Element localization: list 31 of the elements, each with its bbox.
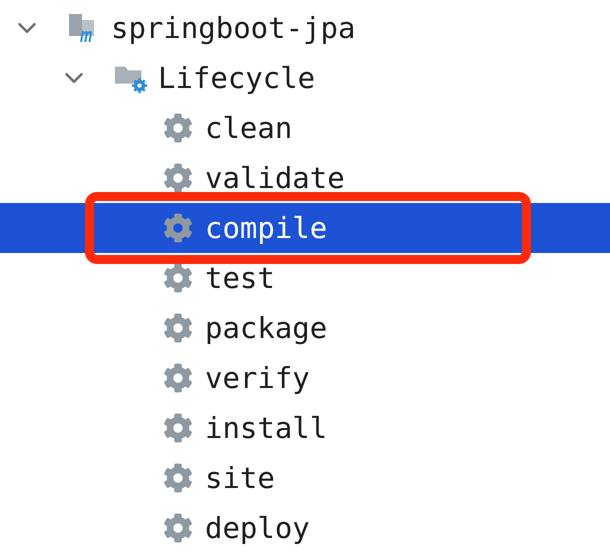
tree-item-label: validate bbox=[205, 161, 345, 195]
gear-icon bbox=[163, 463, 193, 493]
gear-icon bbox=[163, 263, 193, 293]
tree-item-label: package bbox=[205, 311, 328, 345]
gear-icon bbox=[163, 113, 193, 143]
tree-item-label: verify bbox=[205, 361, 310, 395]
tree-row[interactable]: Lifecycle bbox=[0, 53, 610, 103]
tree-item-label: compile bbox=[205, 211, 328, 245]
gear-icon bbox=[163, 163, 193, 193]
tree-item-label: test bbox=[205, 261, 275, 295]
tree-row[interactable]: deploy bbox=[0, 503, 610, 553]
tree-row[interactable]: springboot-jpa bbox=[0, 3, 610, 53]
tree-item-label: Lifecycle bbox=[158, 61, 316, 95]
tree-item-label: install bbox=[205, 411, 328, 445]
tree-row[interactable]: site bbox=[0, 453, 610, 503]
tree-item-label: springboot-jpa bbox=[111, 11, 356, 45]
tree-item-label: deploy bbox=[205, 511, 310, 545]
tree-row[interactable]: validate bbox=[0, 153, 610, 203]
gear-icon bbox=[163, 313, 193, 343]
tree-row[interactable]: install bbox=[0, 403, 610, 453]
tree-row[interactable]: verify bbox=[0, 353, 610, 403]
gear-icon bbox=[163, 513, 193, 543]
tree-row[interactable]: compile bbox=[0, 203, 610, 253]
gear-icon bbox=[163, 413, 193, 443]
gear-icon bbox=[163, 363, 193, 393]
tree-row[interactable]: package bbox=[0, 303, 610, 353]
tree-row[interactable]: clean bbox=[0, 103, 610, 153]
tree-row[interactable]: test bbox=[0, 253, 610, 303]
tree-item-label: site bbox=[205, 461, 275, 495]
gear-icon bbox=[163, 213, 193, 243]
tree-item-label: clean bbox=[205, 111, 292, 145]
